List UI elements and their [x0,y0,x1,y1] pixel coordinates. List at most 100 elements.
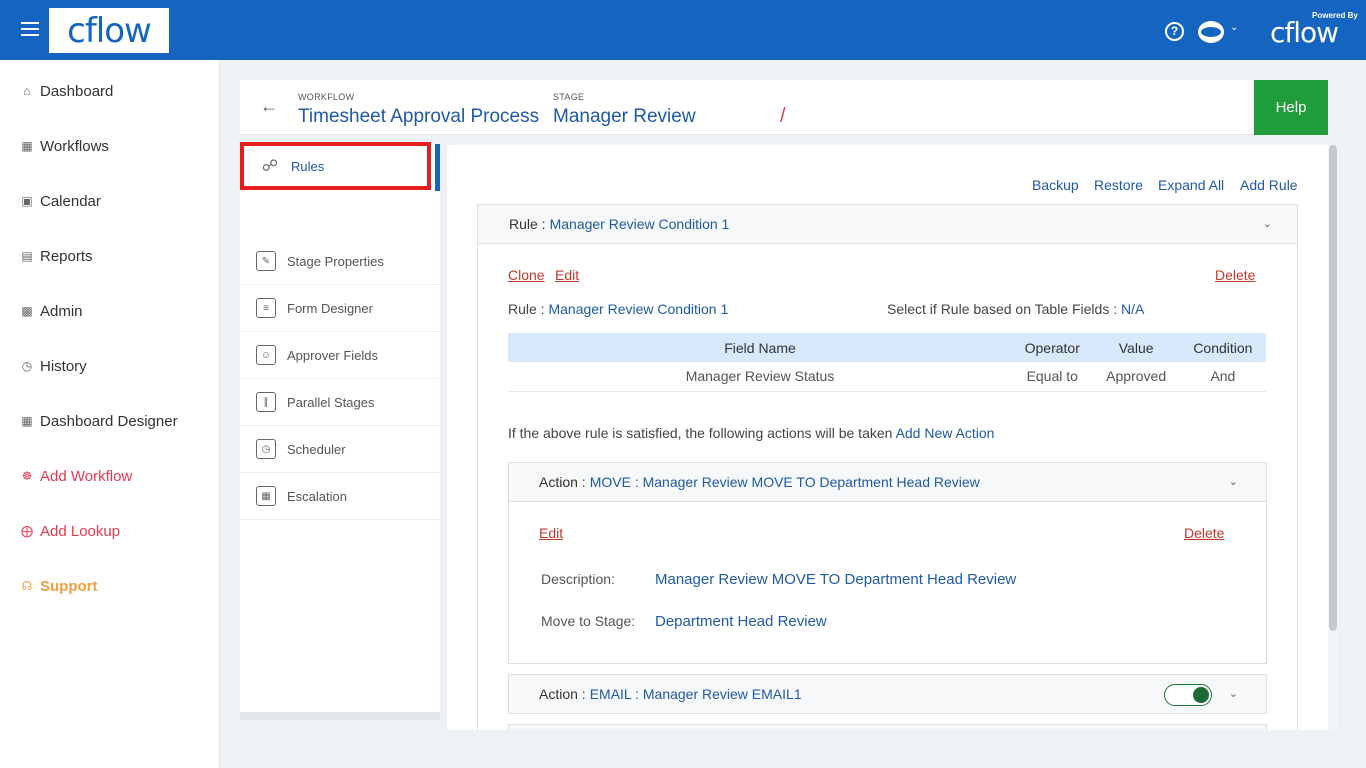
stage-name-link[interactable]: Manager Review [553,106,696,128]
nav-workflows[interactable]: ▦ Workflows [20,135,109,157]
column-header: Field Name [508,333,1013,362]
table-cell: Equal to [1012,362,1093,392]
main-scrollbar[interactable] [1328,145,1338,730]
share-icon: ☍ [261,158,279,175]
clone-link[interactable]: Clone [508,267,545,283]
stage-header: ← WORKFLOW Timesheet Approval Process / … [240,80,1328,135]
move-to-stage-label: Move to Stage: [541,613,636,629]
table-fields-line: Select if Rule based on Table Fields : N… [887,301,1144,317]
subnav-label: Approver Fields [287,347,379,363]
subnav-stage-properties[interactable]: ✎ Stage Properties [240,238,440,285]
action-header-email[interactable]: Action : EMAIL : Manager Review EMAIL1 ⌄ [508,674,1267,714]
subnav-label: Escalation [287,488,347,504]
grid-icon: ▦ [21,139,33,153]
action-enabled-toggle[interactable] [1164,684,1212,706]
table-header-row: Field Name Operator Value Condition [508,333,1266,362]
nav-dashboard[interactable]: ⌂ Dashboard [20,80,113,102]
powered-by-logo: cflow [1270,16,1339,49]
help-icon[interactable]: ? [1165,22,1184,41]
home-icon: ⌂ [23,84,31,98]
edit-rule-link[interactable]: Edit [555,267,579,283]
table-cell: And [1179,362,1266,392]
subnav-approver-fields[interactable]: ☺ Approver Fields [240,332,440,379]
add-rule-link[interactable]: Add Rule [1240,177,1298,193]
back-arrow-icon[interactable]: ← [260,96,278,117]
add-lookup-icon: ⨁ [21,524,33,538]
action-label: Action : [539,686,586,702]
dashboard-designer-icon: ▦ [21,414,33,428]
user-avatar-icon[interactable] [1198,21,1224,43]
column-header: Condition [1179,333,1266,362]
scrollbar-thumb[interactable] [1329,145,1337,631]
action-label: Action : [539,474,586,490]
add-workflow-icon: ☸ [21,469,33,483]
chevron-down-icon[interactable]: ⌄ [1230,22,1238,33]
subnav-label: Stage Properties [287,253,384,269]
nav-support[interactable]: ☊ Support [20,575,98,597]
nav-label: Add Lookup [40,522,121,540]
chevron-down-icon[interactable]: ⌄ [1229,687,1238,700]
nav-admin[interactable]: ▩ Admin [20,300,83,322]
delete-rule-link[interactable]: Delete [1215,267,1255,283]
nav-reports[interactable]: ▤ Reports [20,245,92,267]
workflow-name-link[interactable]: Timesheet Approval Process [298,106,539,128]
table-fields-value: N/A [1121,301,1145,317]
nav-dashboard-designer[interactable]: ▦ Dashboard Designer [20,410,178,432]
escalation-icon: ▦ [256,486,276,506]
backup-link[interactable]: Backup [1032,177,1079,193]
parallel-icon: ∥ [256,392,276,412]
approver-icon: ☺ [256,345,276,365]
admin-icon: ▩ [21,304,33,318]
headset-icon: ☊ [21,579,33,593]
chevron-down-icon[interactable]: ⌄ [1229,475,1238,488]
chevron-down-icon[interactable]: ⌄ [1263,217,1272,230]
edit-action-link[interactable]: Edit [539,525,563,541]
delete-action-link[interactable]: Delete [1184,525,1224,541]
top-bar: cflow ? ⌄ Powered By cflow [0,0,1366,60]
calendar-icon: ▣ [21,194,33,208]
description-value: Manager Review MOVE TO Department Head R… [655,571,1017,588]
subnav-escalation[interactable]: ▦ Escalation [240,473,440,520]
expand-all-link[interactable]: Expand All [1158,177,1224,193]
rule-line: Rule : Manager Review Condition 1 [508,301,728,317]
description-label: Description: [541,571,615,587]
stage-label: STAGE [553,92,585,102]
subnav-form-designer[interactable]: ≡ Form Designer [240,285,440,332]
restore-link[interactable]: Restore [1094,177,1143,193]
nav-label: Dashboard Designer [40,412,178,430]
left-navigation: ⌂ Dashboard ▦ Workflows ▣ Calendar ▤ Reports… [0,60,220,768]
workflow-label: WORKFLOW [298,92,355,102]
nav-history[interactable]: ◷ History [20,355,87,377]
satisfied-line: If the above rule is satisfied, the foll… [508,425,994,441]
subnav-parallel-stages[interactable]: ∥ Parallel Stages [240,379,440,426]
table-row: Manager Review Status Equal to Approved … [508,362,1266,392]
cflow-logo[interactable]: cflow [49,8,169,53]
action-value: MOVE : Manager Review MOVE TO Department… [589,474,980,490]
nav-label: Workflows [40,137,109,155]
form-icon: ≡ [256,298,276,318]
table-fields-label: Select if Rule based on Table Fields : [887,301,1118,317]
subnav-label: Form Designer [287,300,373,316]
hamburger-menu-icon[interactable] [21,22,39,36]
breadcrumb-separator: / [780,105,786,127]
column-header: Operator [1012,333,1093,362]
rule-header[interactable]: Rule : Manager Review Condition 1 ⌄ [477,204,1298,244]
table-cell: Approved [1092,362,1180,392]
action-header-move[interactable]: Action : MOVE : Manager Review MOVE TO D… [508,462,1267,502]
subnav-rules[interactable]: ☍ Rules [240,142,431,190]
nav-label: Add Workflow [40,467,133,485]
rule-header-name: Manager Review Condition 1 [549,216,730,232]
nav-label: Calendar [40,192,101,210]
nav-calendar[interactable]: ▣ Calendar [20,190,101,212]
rule-conditions-table: Field Name Operator Value Condition Mana… [508,333,1266,392]
help-button[interactable]: Help [1254,80,1328,135]
add-new-action-link[interactable]: Add New Action [896,425,995,441]
subnav-scheduler[interactable]: ◷ Scheduler [240,426,440,473]
nav-add-lookup[interactable]: ⨁ Add Lookup [20,520,120,542]
nav-add-workflow[interactable]: ☸ Add Workflow [20,465,133,487]
edit-icon: ✎ [256,251,276,271]
move-to-stage-value: Department Head Review [655,613,827,630]
nav-label: Admin [40,302,83,320]
rule-header-label: Rule : [509,216,546,232]
toggle-knob [1193,687,1209,703]
